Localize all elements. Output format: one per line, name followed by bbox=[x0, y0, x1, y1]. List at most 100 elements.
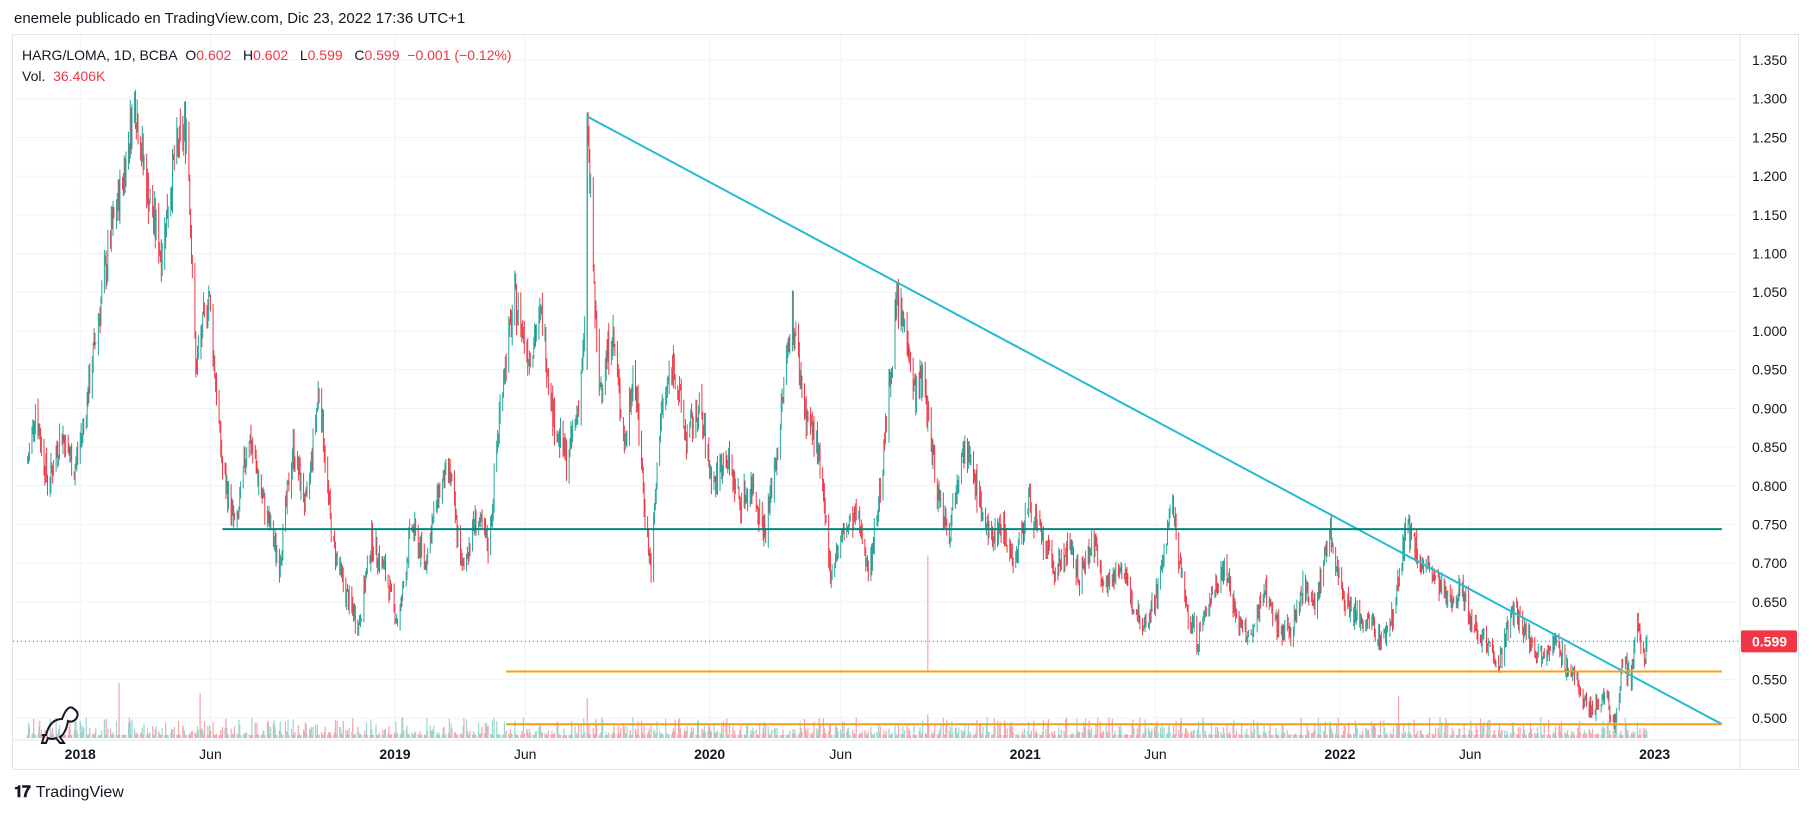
volume-bar bbox=[215, 733, 218, 738]
volume-bar bbox=[40, 729, 43, 738]
volume-bar bbox=[1253, 729, 1256, 738]
volume-bar bbox=[632, 717, 634, 738]
volume-bar bbox=[1567, 734, 1570, 738]
volume-bar bbox=[1109, 732, 1111, 738]
legend-symbol[interactable]: HARG/LOMA, 1D, BCBA bbox=[22, 47, 178, 63]
volume-bar bbox=[330, 734, 332, 738]
volume-bar bbox=[95, 727, 97, 738]
volume-bar bbox=[909, 734, 912, 738]
volume-bar bbox=[270, 727, 272, 738]
volume-bar bbox=[897, 724, 900, 738]
x-tick-label: 2022 bbox=[1324, 746, 1355, 762]
volume-bar bbox=[173, 726, 175, 738]
volume-bar bbox=[1416, 731, 1419, 738]
volume-bar bbox=[402, 730, 405, 738]
volume-bar bbox=[1127, 734, 1129, 738]
volume-bar bbox=[1066, 717, 1068, 738]
volume-bar bbox=[644, 734, 646, 738]
volume-bar bbox=[1042, 720, 1044, 738]
volume-bar bbox=[1453, 730, 1455, 738]
volume-bar bbox=[590, 734, 592, 738]
volume-bar bbox=[396, 732, 399, 738]
tradingview-brand[interactable]: 𝟏𝟕 TradingView bbox=[14, 784, 124, 802]
volume-bar bbox=[167, 734, 169, 738]
volume-bar bbox=[252, 734, 254, 738]
volume-bar bbox=[1435, 727, 1437, 738]
volume-bar bbox=[1296, 734, 1298, 738]
y-tick-label: 1.150 bbox=[1752, 207, 1787, 223]
volume-bar bbox=[1356, 728, 1358, 738]
volume-bar bbox=[1084, 718, 1087, 738]
last-price-tag: 0.599 bbox=[1741, 630, 1797, 653]
volume-bar bbox=[777, 734, 779, 738]
volume-bar bbox=[288, 734, 290, 738]
legend-volume-value: 36.406K bbox=[53, 68, 106, 84]
volume-bar bbox=[203, 721, 206, 738]
volume-bar bbox=[1121, 734, 1123, 738]
volume-bar bbox=[1018, 734, 1020, 738]
volume-bar bbox=[1157, 733, 1159, 738]
volume-bar bbox=[499, 734, 501, 738]
volume-bar bbox=[421, 734, 423, 738]
volume-bar bbox=[101, 730, 103, 738]
volume-bar bbox=[409, 734, 411, 738]
grid bbox=[13, 35, 1740, 740]
volume-bar bbox=[318, 734, 320, 738]
volume-bar bbox=[578, 723, 580, 738]
price-chart[interactable]: 1.350 1.300 1.250 1.200 1.150 1.100 1.050 1.000… bbox=[0, 0, 1813, 816]
ohlc-legend: HARG/LOMA, 1D, BCBA O0.602 H0.602 L0.599… bbox=[22, 45, 512, 87]
volume-bar bbox=[535, 731, 537, 738]
volume-bar bbox=[614, 733, 616, 738]
volume-bar bbox=[378, 733, 381, 738]
volume-bar bbox=[1459, 728, 1461, 738]
legend-close-value: 0.599 bbox=[364, 47, 400, 63]
volume-bar bbox=[638, 734, 640, 738]
volume-bar bbox=[867, 731, 869, 738]
volume-bar bbox=[415, 732, 417, 738]
volume-bar bbox=[608, 732, 610, 738]
volume-bar bbox=[445, 734, 447, 738]
volume-bar bbox=[481, 726, 483, 738]
volume-bar bbox=[294, 732, 296, 738]
volume-bar bbox=[1302, 734, 1304, 738]
volume-bar bbox=[1054, 734, 1057, 738]
volume-bar bbox=[1314, 723, 1316, 738]
volume-bar bbox=[511, 734, 513, 738]
volume-bar bbox=[354, 733, 356, 738]
volume-bar bbox=[1489, 719, 1491, 738]
volume-bar bbox=[994, 727, 996, 738]
volume-bar bbox=[161, 728, 163, 738]
volume-bar bbox=[463, 718, 465, 738]
volume-bar bbox=[1308, 730, 1310, 738]
volume-bar bbox=[1495, 734, 1497, 738]
volume-bar bbox=[1235, 731, 1238, 738]
volume-bar bbox=[1199, 734, 1201, 738]
volume-bar bbox=[861, 731, 863, 738]
volume-bar bbox=[1501, 729, 1503, 738]
volume-bar bbox=[747, 725, 749, 738]
volume-bar bbox=[1223, 733, 1226, 738]
volume-bar bbox=[1585, 733, 1588, 738]
volume-bar bbox=[1404, 732, 1407, 738]
volume-bar bbox=[433, 725, 435, 738]
volume-bar bbox=[439, 735, 441, 738]
volume-bar bbox=[692, 728, 694, 738]
legend-low-label: L bbox=[299, 47, 308, 63]
volume-bar bbox=[1362, 734, 1364, 738]
volume-bar bbox=[1290, 734, 1292, 738]
volume-bar bbox=[1103, 731, 1105, 738]
volume-bar bbox=[1048, 734, 1050, 738]
volume-bar bbox=[1187, 731, 1189, 738]
volume-bar bbox=[155, 726, 157, 738]
volume-bar bbox=[837, 732, 839, 738]
volume-bar bbox=[559, 734, 562, 738]
volume-bar bbox=[541, 732, 543, 738]
volume-bar bbox=[529, 733, 531, 738]
x-tick-label: 2021 bbox=[1010, 746, 1041, 762]
volume-bar bbox=[789, 730, 791, 738]
volume-bar bbox=[179, 734, 181, 738]
volume-bar bbox=[469, 730, 471, 738]
volume-bar bbox=[185, 734, 187, 738]
volume-bar bbox=[807, 727, 809, 738]
volume-bar bbox=[1471, 731, 1473, 738]
